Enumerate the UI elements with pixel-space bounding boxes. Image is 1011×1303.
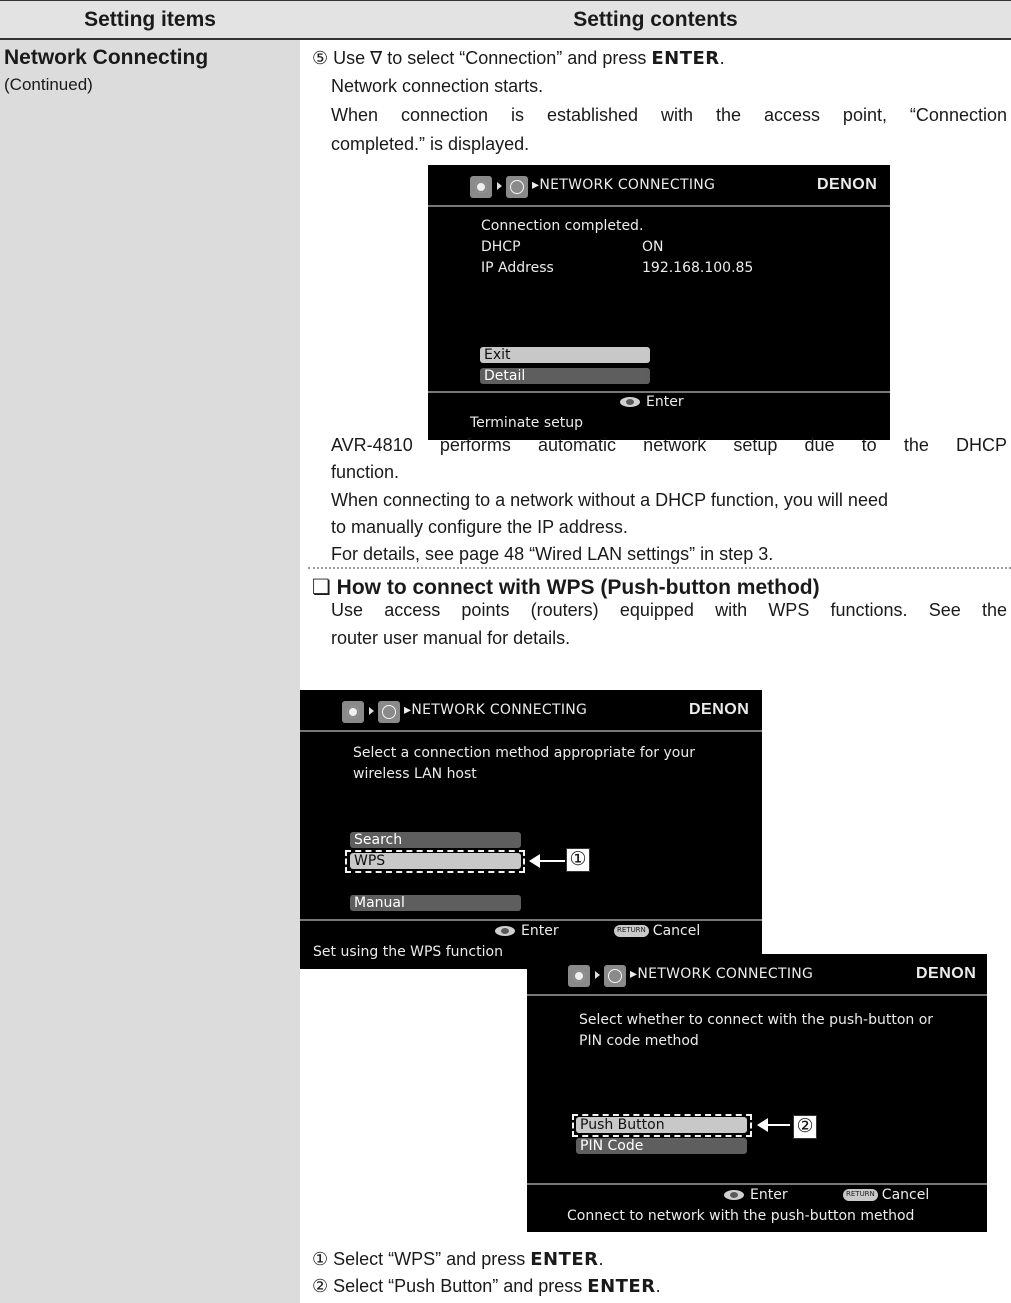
header-setting-contents: Setting contents [573,8,738,31]
step5-line-3: When connection is established with the … [331,105,1007,125]
item-title: Network Connecting [4,46,209,69]
table-header: Setting items Setting contents [0,0,1011,40]
setting-items-column: Network Connecting (Continued) [0,40,300,1303]
breadcrumb-arrow-icon [497,182,502,190]
breadcrumb-arrow-icon [595,971,600,979]
network-globe-icon [506,176,528,198]
cancel-hint: RETURN Cancel [614,923,700,939]
ip-address-label: IP Address [481,260,554,276]
osd-prompt-line-2: PIN code method [579,1033,699,1049]
step-1-line: ① Select “WPS” and press ENTER. [312,1246,604,1273]
step-1-number: ① [312,1249,329,1269]
osd-breadcrumb: ▸NETWORK CONNECTING [404,702,588,718]
step5-post: . [719,48,725,68]
denon-logo: DENON [817,176,878,193]
osd-connection-completed: ▸NETWORK CONNECTING DENON Connection com… [428,165,890,440]
step5-number: ⑤ [312,48,329,68]
dhcp-paragraph-line-4: to manually configure the IP address. [331,517,628,537]
ip-address-value: 192.168.100.85 [642,260,754,276]
callout-leader [538,860,565,862]
checkbox-icon: ❏ [312,576,331,599]
wps-desc-line-2: router user manual for details. [331,628,571,648]
item-subtitle: (Continued) [4,75,93,94]
enter-hint: Enter [495,923,559,939]
step-2-number: ② [312,1276,329,1296]
step-1-post: . [598,1249,604,1269]
highlight-frame [572,1114,752,1137]
enter-key-label: ENTER [651,48,720,69]
return-key-icon: RETURN [614,925,649,937]
callout-leader [766,1124,790,1126]
network-globe-icon [378,701,400,723]
exit-button[interactable]: Exit [480,347,650,363]
osd-breadcrumb: ▸NETWORK CONNECTING [630,966,814,982]
enter-hint-label: Enter [646,394,684,410]
enter-dial-icon [620,397,640,407]
enter-key-label: ENTER [587,1276,656,1297]
pin-code-option[interactable]: PIN Code [576,1138,747,1154]
search-button[interactable]: Search [350,832,521,848]
osd-status-bar: Terminate setup [470,415,583,431]
osd-footer-divider [300,919,762,921]
osd-footer-divider [428,391,890,393]
return-key-icon: RETURN [843,1189,878,1201]
osd-status-bar: Connect to network with the push-button … [567,1208,915,1224]
cancel-hint-label: Cancel [652,923,701,939]
settings-gear-icon [470,176,492,198]
step5-line-4: completed.” is displayed. [331,134,530,154]
enter-hint-label: Enter [521,923,559,939]
enter-dial-icon [495,926,515,936]
osd-prompt-line-1: Select whether to connect with the push-… [579,1012,934,1028]
dhcp-paragraph-line-2: function. [331,462,400,482]
enter-hint-label: Enter [750,1187,788,1203]
osd-status-bar: Set using the WPS function [313,944,503,960]
dhcp-paragraph-line-3: When connecting to a network without a D… [331,490,888,510]
enter-key-label: ENTER [530,1249,599,1270]
denon-logo: DENON [916,965,977,982]
highlight-frame [345,850,525,873]
callout-1: ① [566,848,590,872]
dhcp-paragraph-line-1: AVR-4810 performs automatic network setu… [331,435,1007,455]
osd-footer-divider [527,1183,987,1185]
osd-prompt-line-2: wireless LAN host [353,766,477,782]
step5-line: ⑤ Use ∇ to select “Connection” and press… [312,45,725,72]
detail-button[interactable]: Detail [480,368,650,384]
osd-prompt-line-1: Select a connection method appropriate f… [353,745,695,761]
step-2-post: . [655,1276,661,1296]
step5-line-2: Network connection starts. [331,76,544,96]
settings-gear-icon [342,701,364,723]
dhcp-paragraph-line-5: For details, see page 48 “Wired LAN sett… [331,544,774,564]
step-2-pre: Select “Push Button” and press [328,1276,588,1296]
callout-2: ② [793,1115,817,1139]
dhcp-value: ON [642,239,664,255]
cancel-hint: RETURN Cancel [843,1187,929,1203]
osd-divider [527,994,987,996]
enter-hint: Enter [724,1187,788,1203]
osd-breadcrumb: ▸NETWORK CONNECTING [532,177,716,193]
osd-connection-method: ▸NETWORK CONNECTING DENON Select a conne… [300,690,762,969]
enter-dial-icon [724,1190,744,1200]
enter-hint: Enter [620,394,684,410]
network-globe-icon [604,965,626,987]
header-setting-items: Setting items [84,8,216,31]
denon-logo: DENON [689,701,750,718]
wps-desc-line-1: Use access points (routers) equipped wit… [331,600,1007,620]
osd-status-message: Connection completed. [481,218,644,234]
section-divider [308,567,1011,569]
osd-push-button-method: ▸NETWORK CONNECTING DENON Select whether… [527,954,987,1232]
osd-divider [428,205,890,207]
cancel-hint-label: Cancel [881,1187,930,1203]
dhcp-label: DHCP [481,239,521,255]
wps-heading: How to connect with WPS (Push-button met… [336,576,820,599]
step5-pre: Use ∇ to select “Connection” and press [328,48,652,68]
manual-button[interactable]: Manual [350,895,521,911]
osd-divider [300,730,762,732]
breadcrumb-arrow-icon [369,707,374,715]
step-2-line: ② Select “Push Button” and press ENTER. [312,1273,661,1300]
step-1-pre: Select “WPS” and press [328,1249,531,1269]
settings-gear-icon [568,965,590,987]
